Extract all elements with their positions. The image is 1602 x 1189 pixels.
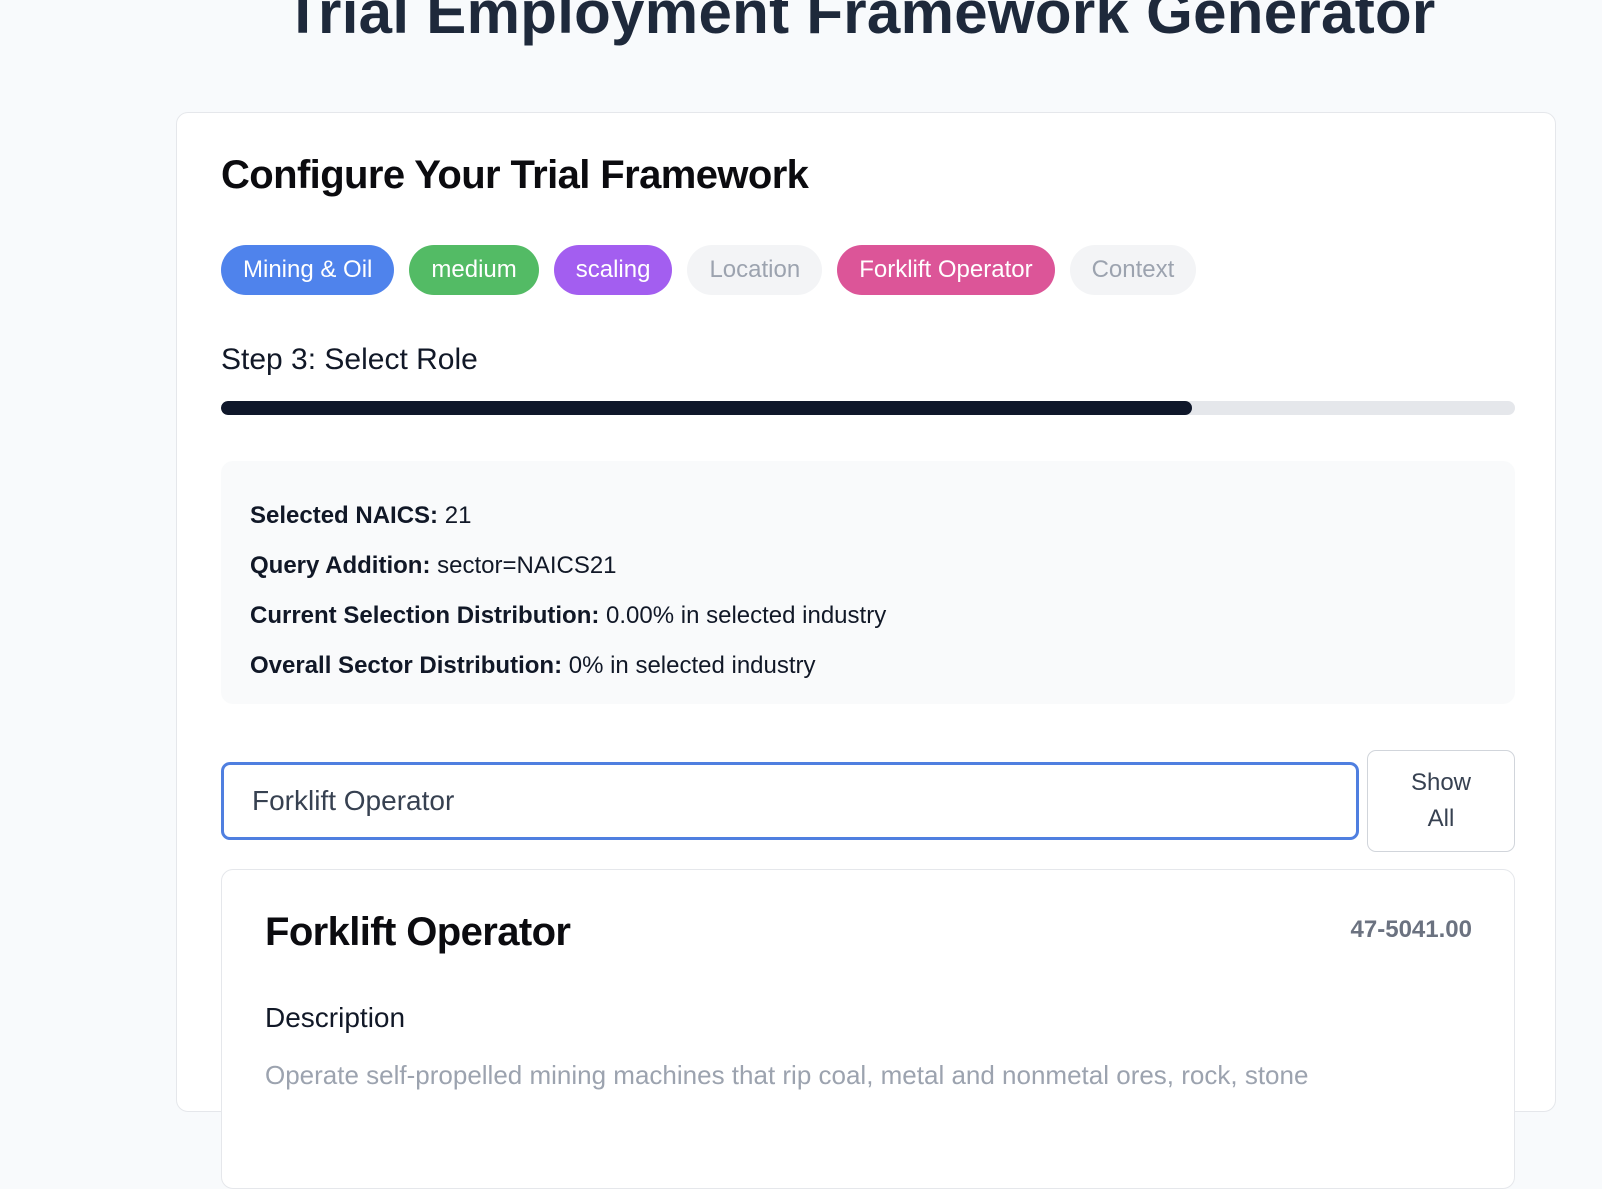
current-distribution-label: Current Selection Distribution: [250,602,600,629]
overall-distribution-line: Overall Sector Distribution: 0% in selec… [250,641,1486,691]
naics-line: Selected NAICS: 21 [250,491,1486,541]
query-label: Query Addition: [250,552,431,579]
chip-industry[interactable]: Mining & Oil [221,245,395,295]
chip-context[interactable]: Context [1069,245,1197,295]
progress-bar [221,401,1515,415]
query-value: sector=NAICS21 [437,552,617,579]
chip-role[interactable]: Forklift Operator [837,245,1055,295]
overall-distribution-label: Overall Sector Distribution: [250,652,563,679]
selection-chips: Mining & Oil medium scaling Location For… [221,245,1197,295]
current-distribution-value: 0.00% in selected industry [606,602,887,629]
progress-fill [221,401,1192,415]
show-all-label-line2: All [1427,805,1455,832]
role-search-input[interactable] [221,762,1359,840]
naics-info-box: Selected NAICS: 21 Query Addition: secto… [221,461,1515,704]
show-all-button[interactable]: Show All [1367,750,1515,852]
current-distribution-line: Current Selection Distribution: 0.00% in… [250,591,1486,641]
role-search-row: Show All [221,750,1515,852]
page-title: Trial Employment Framework Generator [284,0,1436,46]
query-line: Query Addition: sector=NAICS21 [250,541,1486,591]
card-title: Configure Your Trial Framework [221,153,809,197]
overall-distribution-value: 0% in selected industry [568,652,816,679]
description-text: Operate self-propelled mining machines t… [265,1060,1309,1090]
chip-stage[interactable]: scaling [553,245,673,295]
naics-label: Selected NAICS: [250,502,439,529]
chip-location[interactable]: Location [687,245,823,295]
configure-card: Configure Your Trial Framework Mining & … [176,112,1556,1189]
role-code: 47-5041.00 [1350,916,1472,943]
role-title: Forklift Operator [265,910,571,954]
naics-value: 21 [444,502,472,529]
show-all-label-line1: Show [1410,769,1472,796]
role-result-card[interactable]: Forklift Operator 47-5041.00 Description… [221,869,1515,1189]
description-heading: Description [265,1002,406,1033]
step-label: Step 3: Select Role [221,343,478,376]
chip-size[interactable]: medium [409,245,539,295]
